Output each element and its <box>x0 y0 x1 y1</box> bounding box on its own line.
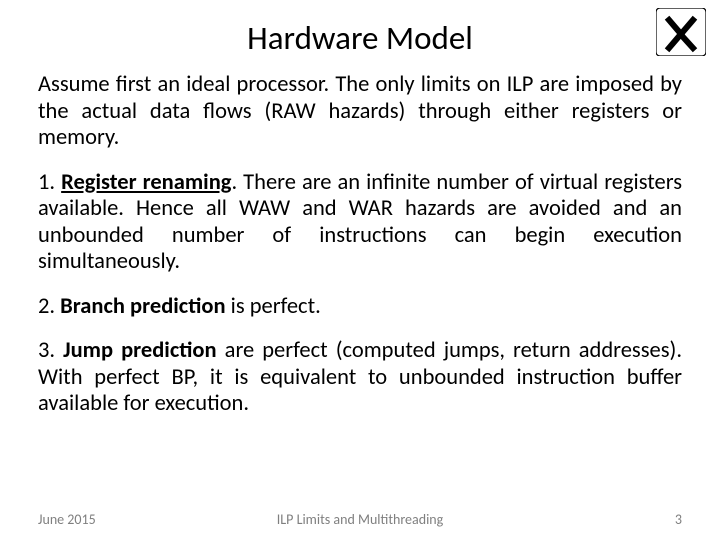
footer-title: ILP Limits and Multithreading <box>277 511 443 528</box>
slide-title: Hardware Model <box>38 18 682 58</box>
institution-logo <box>656 8 706 56</box>
point-3: 3. Jump prediction are perfect (computed… <box>38 338 682 418</box>
page-number: 3 <box>675 511 682 528</box>
footer-date: June 2015 <box>38 511 96 528</box>
point-1-term: Register renaming <box>61 169 231 196</box>
slide: Hardware Model Assume first an ideal pro… <box>0 0 720 540</box>
point-3-num: 3. <box>38 337 63 364</box>
point-1: 1. Register renaming. There are an infin… <box>38 170 682 276</box>
point-1-num: 1. <box>38 169 61 196</box>
point-2-num: 2. <box>38 293 60 320</box>
footer: June 2015 ILP Limits and Multithreading … <box>0 511 720 528</box>
point-2-rest: is perfect. <box>226 293 321 320</box>
point-2-term: Branch prediction <box>60 293 225 320</box>
point-2: 2. Branch prediction is perfect. <box>38 294 682 321</box>
point-3-term: Jump prediction <box>63 337 216 364</box>
intro-paragraph: Assume first an ideal processor. The onl… <box>38 72 682 152</box>
